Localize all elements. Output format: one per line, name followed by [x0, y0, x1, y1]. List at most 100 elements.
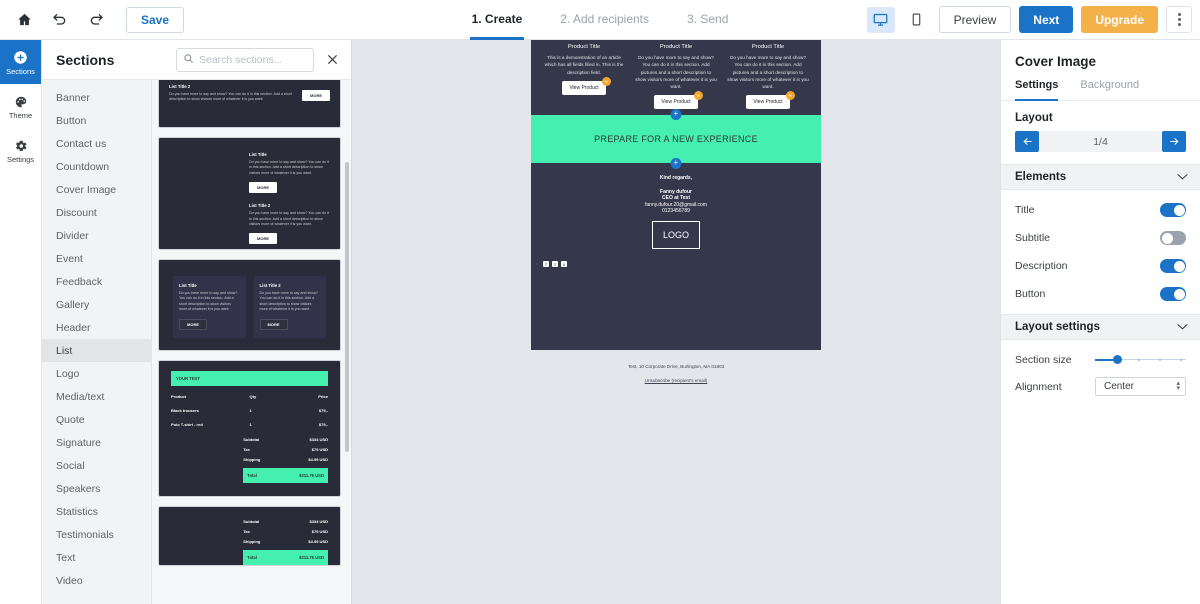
sections-item-media-text[interactable]: Media/text	[42, 385, 151, 408]
view-product-button[interactable]: View Product%	[746, 91, 795, 110]
toggle-row-button: Button	[1001, 280, 1200, 308]
sections-item-banner[interactable]: Banner	[42, 86, 151, 109]
toggle-description[interactable]	[1160, 259, 1186, 273]
alignment-select[interactable]: Center ▴ ▾	[1095, 377, 1186, 396]
arrow-right-icon[interactable]	[1162, 131, 1186, 152]
home-icon[interactable]	[8, 4, 40, 36]
kebab-menu-icon[interactable]	[1166, 6, 1192, 33]
logo-placeholder[interactable]: LOGO	[652, 221, 700, 250]
stepper-icon: ▴ ▾	[1176, 380, 1180, 392]
view-product-button[interactable]: View Product%	[562, 76, 611, 95]
slider-knob[interactable]	[1113, 355, 1123, 364]
sections-item-logo[interactable]: Logo	[42, 362, 151, 385]
cover-image-banner[interactable]: + PREPARE FOR A NEW EXPERIENCE +	[531, 109, 821, 170]
section-thumbnail-list-2[interactable]: List Title Do you have more to say and s…	[158, 137, 341, 250]
thumb-list-title-2: List Title 2	[259, 283, 281, 288]
sections-item-button[interactable]: Button	[42, 109, 151, 132]
chevron-down-icon	[1177, 322, 1188, 332]
toggle-row-description: Description	[1001, 252, 1200, 280]
product-title: Product Title	[751, 44, 785, 50]
add-section-icon-below[interactable]: +	[670, 158, 682, 170]
view-product-button[interactable]: View Product%	[654, 91, 703, 110]
toggle-label: Description	[1015, 260, 1068, 272]
sections-item-discount[interactable]: Discount	[42, 201, 151, 224]
toggle-label: Subtitle	[1015, 232, 1051, 244]
section-size-slider[interactable]	[1095, 353, 1186, 367]
unsubscribe-link[interactable]: Unsubscribe (recipient's email)	[645, 378, 708, 383]
mobile-icon[interactable]	[903, 7, 931, 33]
search-input[interactable]	[199, 53, 307, 66]
step-send[interactable]: 3. Send	[685, 0, 730, 40]
thumb-more-button: MORE	[259, 318, 288, 330]
discount-badge-icon: %	[601, 76, 611, 86]
search-input-wrapper[interactable]	[176, 47, 314, 72]
sections-item-list[interactable]: List	[42, 339, 151, 362]
email-builder-app: Save 1. Create 2. Add recipients 3. Send…	[0, 0, 1200, 604]
undo-icon[interactable]	[44, 4, 76, 36]
sections-item-contact-us[interactable]: Contact us	[42, 132, 151, 155]
layout-settings-header[interactable]: Layout settings	[1001, 314, 1200, 340]
elements-section-header[interactable]: Elements	[1001, 164, 1200, 190]
toggle-subtitle[interactable]	[1160, 231, 1186, 245]
sections-item-countdown[interactable]: Countdown	[42, 155, 151, 178]
sections-item-testimonials[interactable]: Testimonials	[42, 523, 151, 546]
product-description: This is a demonstration of an article wh…	[544, 55, 624, 75]
toggle-title[interactable]	[1160, 203, 1186, 217]
signature-block[interactable]: Kind regards, Fanny dufour CEO at Test f…	[531, 163, 821, 250]
product-card[interactable]: Product Title Do you have more to say and…	[633, 44, 719, 110]
arrow-left-icon[interactable]	[1015, 131, 1039, 152]
chevron-down-icon	[1177, 172, 1188, 182]
rail-item-settings[interactable]: Settings	[0, 128, 41, 172]
sections-category-list: Banner Button Contact us Countdown Cover Ima…	[42, 80, 152, 604]
toggle-button[interactable]	[1160, 287, 1186, 301]
invoice-grand-total: Total $311.75 USD	[243, 468, 328, 483]
thumbnail-scrollbar[interactable]	[345, 162, 349, 452]
step-add-recipients[interactable]: 2. Add recipients	[558, 0, 651, 40]
sections-item-cover-image[interactable]: Cover Image	[42, 178, 151, 201]
sections-item-gallery[interactable]: Gallery	[42, 293, 151, 316]
preview-button[interactable]: Preview	[938, 6, 1012, 33]
thumb-list-title: List Title	[179, 283, 197, 288]
facebook-icon[interactable]: f	[543, 261, 549, 268]
rail-item-sections[interactable]: Sections	[0, 40, 41, 84]
upgrade-button[interactable]: Upgrade	[1081, 6, 1158, 33]
signature-greeting: Kind regards,	[659, 175, 693, 182]
sections-item-quote[interactable]: Quote	[42, 408, 151, 431]
twitter-icon[interactable]: t	[552, 261, 558, 268]
rail-item-theme[interactable]: Theme	[0, 84, 41, 128]
product-card[interactable]: Product Title Do you have more to say and…	[725, 44, 811, 110]
next-button[interactable]: Next	[1019, 6, 1074, 33]
step-create[interactable]: 1. Create	[469, 0, 525, 40]
section-thumbnail-list-3[interactable]: List Title Do you have more to say and s…	[158, 259, 341, 351]
top-toolbar: Save 1. Create 2. Add recipients 3. Send…	[0, 0, 1200, 40]
elements-toggle-list: Title Subtitle Description Button	[1001, 190, 1200, 314]
instagram-icon[interactable]: o	[561, 261, 567, 268]
section-thumbnail-list-1[interactable]: List Title Do you have more to say and s…	[158, 80, 341, 128]
thumb-list-title: List Title	[249, 152, 267, 157]
sections-item-signature[interactable]: Signature	[42, 431, 151, 454]
sections-item-statistics[interactable]: Statistics	[42, 500, 151, 523]
save-button[interactable]: Save	[126, 6, 185, 33]
sections-item-speakers[interactable]: Speakers	[42, 477, 151, 500]
redo-icon[interactable]	[80, 4, 112, 36]
desktop-icon[interactable]	[866, 6, 895, 33]
sections-item-feedback[interactable]: Feedback	[42, 270, 151, 293]
tab-background[interactable]: Background	[1080, 79, 1139, 101]
sections-item-text[interactable]: Text	[42, 546, 151, 569]
product-card[interactable]: Product Title This is a demonstration of …	[541, 44, 627, 109]
social-icons-row[interactable]: f t o	[531, 249, 821, 268]
tab-settings[interactable]: Settings	[1015, 79, 1059, 101]
sections-panel-body: Banner Button Contact us Countdown Cover Ima…	[42, 80, 351, 604]
layout-settings-label: Layout settings	[1015, 321, 1100, 333]
add-section-icon-above[interactable]: +	[670, 109, 682, 121]
sections-item-divider[interactable]: Divider	[42, 224, 151, 247]
sections-item-video[interactable]: Video	[42, 569, 151, 592]
close-icon[interactable]	[324, 53, 341, 66]
sections-item-social[interactable]: Social	[42, 454, 151, 477]
section-thumbnail-invoice[interactable]: YOUR TEXT Product Qty Price Black trousers 1 $…	[158, 360, 341, 497]
product-description: Do you have more to say and show? You ca…	[727, 55, 809, 90]
section-thumbnail-totals[interactable]: Subtotal $334 USD Tax $79 USD Shipping $4.99 …	[158, 506, 341, 566]
sections-item-header[interactable]: Header	[42, 316, 151, 339]
banner-text: PREPARE FOR A NEW EXPERIENCE	[594, 134, 758, 145]
sections-item-event[interactable]: Event	[42, 247, 151, 270]
